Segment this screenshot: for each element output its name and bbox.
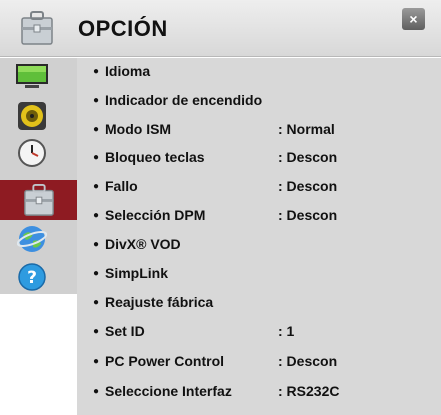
menu-item-indicador-encendido[interactable]: ● Indicador de encendido [93, 87, 433, 113]
clock-icon [18, 139, 46, 167]
sidebar-item-audio[interactable] [14, 101, 50, 131]
close-button[interactable]: × [402, 8, 425, 30]
menu-item-reajuste-fabrica[interactable]: ● Reajuste fábrica [93, 289, 433, 315]
toolbox-icon [23, 183, 54, 216]
globe-icon [17, 226, 47, 252]
menu-header: OPCIÓN × [0, 0, 441, 57]
menu-item-seleccion-dpm[interactable]: ● Selección DPM : Descon [93, 202, 433, 228]
sidebar-item-time[interactable] [14, 138, 50, 168]
menu-item-divx-vod[interactable]: ● DivX® VOD [93, 231, 433, 257]
toolbox-icon [21, 11, 53, 45]
tv-icon [16, 64, 48, 88]
menu-item-seleccione-interfaz[interactable]: ● Seleccione Interfaz : RS232C [93, 378, 433, 404]
sidebar: ? [0, 58, 77, 294]
menu-item-idioma[interactable]: ● Idioma [93, 58, 433, 84]
menu-item-simplink[interactable]: ● SimpLink [93, 260, 433, 286]
sidebar-item-support[interactable]: ? [14, 262, 50, 292]
sidebar-item-option[interactable] [0, 180, 77, 220]
speaker-icon [18, 102, 46, 130]
svg-text:?: ? [27, 268, 37, 288]
menu-item-modo-ism[interactable]: ● Modo ISM : Normal [93, 116, 433, 142]
close-icon: × [409, 11, 418, 27]
page-title: OPCIÓN [78, 16, 168, 41]
sidebar-item-picture[interactable] [14, 62, 50, 92]
menu-item-fallo[interactable]: ● Fallo : Descon [93, 173, 433, 199]
menu-item-set-id[interactable]: ● Set ID : 1 [93, 318, 433, 344]
menu-item-bloqueo-teclas[interactable]: ● Bloqueo teclas : Descon [93, 144, 433, 170]
options-list: ● Idioma ● Indicador de encendido ● Modo… [77, 58, 441, 415]
help-icon: ? [18, 263, 46, 291]
sidebar-item-network[interactable] [14, 224, 50, 254]
menu-item-pc-power-control[interactable]: ● PC Power Control : Descon [93, 348, 433, 374]
